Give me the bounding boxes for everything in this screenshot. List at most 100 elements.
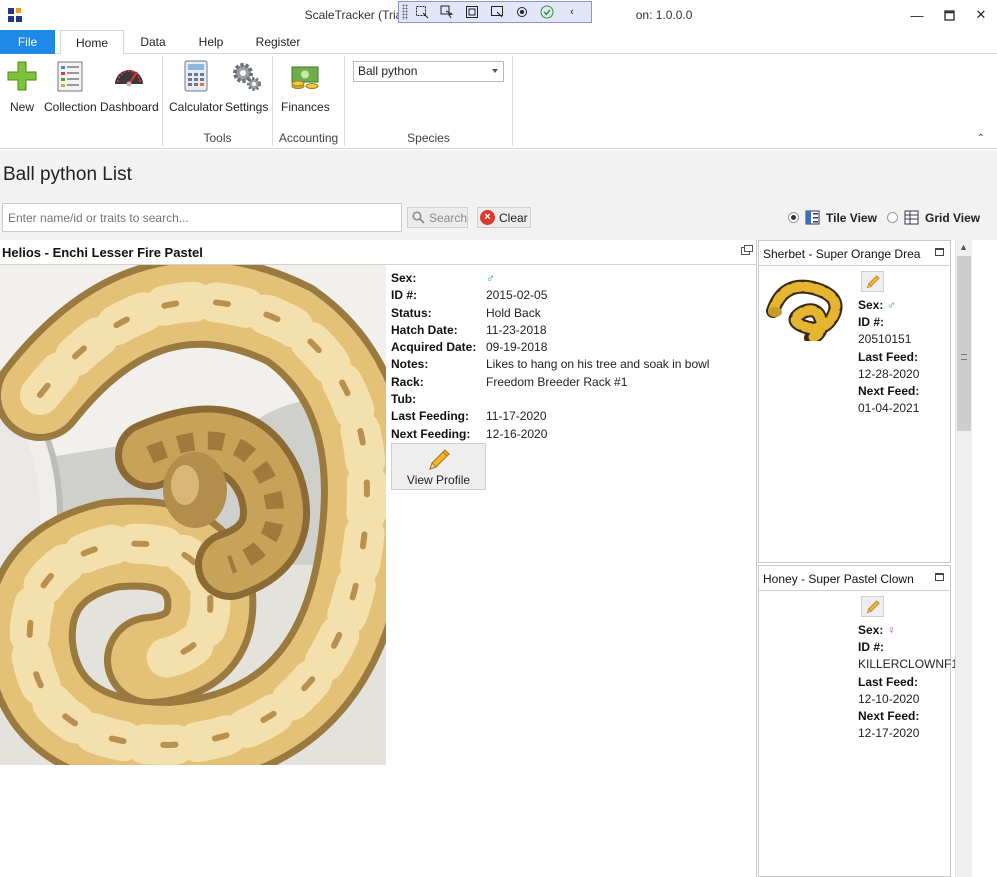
clear-x-icon: × bbox=[480, 210, 495, 225]
restore-icon[interactable] bbox=[741, 245, 753, 255]
last-feed-label: Last Feed: bbox=[858, 674, 919, 689]
main-card-header: Helios - Enchi Lesser Fire Pastel bbox=[0, 240, 756, 265]
detail-row: Sex: ♂ bbox=[391, 271, 709, 288]
detail-row: ID #: 2015-02-05 bbox=[391, 288, 709, 305]
female-icon: ♀ bbox=[886, 623, 896, 637]
recorder-toolbar: ‹ bbox=[398, 1, 592, 23]
scroll-thumb[interactable] bbox=[957, 256, 971, 431]
detail-row: Tub: bbox=[391, 392, 709, 409]
pencil-icon bbox=[428, 449, 450, 470]
dashboard-label: Dashboard bbox=[100, 100, 159, 114]
tab-home[interactable]: Home bbox=[60, 30, 124, 55]
vertical-scrollbar[interactable]: ▲ bbox=[955, 240, 972, 877]
collapse-ribbon-icon[interactable]: ⌃ bbox=[977, 133, 985, 144]
new-button[interactable]: New bbox=[6, 60, 38, 114]
id-value: 20510151 bbox=[858, 332, 912, 347]
male-icon: ♂ bbox=[486, 271, 495, 285]
side-animal-card[interactable]: Honey - Super Pastel Clown Sex: ♀ ID #: … bbox=[758, 565, 958, 877]
dashboard-button[interactable]: Dashboard bbox=[100, 60, 159, 114]
detail-value: Hold Back bbox=[486, 305, 541, 320]
id-label: ID #: bbox=[858, 640, 885, 655]
finances-label: Finances bbox=[281, 100, 330, 114]
tile-view-option[interactable]: Tile View bbox=[788, 210, 877, 225]
grid-view-radio[interactable] bbox=[887, 212, 898, 223]
next-feed-value: 01-04-2021 bbox=[858, 401, 920, 416]
minimize-card-icon[interactable] bbox=[935, 573, 944, 581]
side-animal-card[interactable]: Sherbet - Super Orange Drea Sex: ♂ ID #:… bbox=[758, 240, 951, 563]
calculator-label: Calculator bbox=[169, 100, 224, 114]
settings-button[interactable]: Settings bbox=[225, 60, 268, 114]
side-card-header: Sherbet - Super Orange Drea bbox=[759, 241, 950, 266]
search-button[interactable]: Search bbox=[407, 207, 468, 228]
finances-button[interactable]: Finances bbox=[281, 60, 330, 114]
gear-icon bbox=[231, 60, 263, 92]
detail-value: 12-16-2020 bbox=[486, 426, 548, 441]
detail-row: Status: Hold Back bbox=[391, 306, 709, 323]
collapse-left-icon[interactable]: ‹ bbox=[561, 3, 583, 21]
detail-value: 09-19-2018 bbox=[486, 340, 548, 355]
new-label: New bbox=[9, 100, 34, 114]
main-card-title: Helios - Enchi Lesser Fire Pastel bbox=[2, 245, 203, 260]
fullscreen-capture-icon[interactable] bbox=[486, 3, 508, 21]
chevron-down-icon bbox=[492, 69, 498, 73]
page-title: Ball python List bbox=[3, 164, 132, 185]
detail-row: Acquired Date: 09-19-2018 bbox=[391, 340, 709, 357]
edit-button[interactable] bbox=[861, 596, 884, 617]
confirm-check-icon[interactable] bbox=[536, 3, 558, 21]
detail-label: Acquired Date: bbox=[391, 340, 477, 355]
view-profile-button[interactable]: View Profile bbox=[391, 443, 486, 490]
settings-label: Settings bbox=[225, 100, 269, 114]
tile-view-label: Tile View bbox=[826, 210, 877, 225]
calculator-icon bbox=[180, 60, 212, 92]
next-feed-label: Next Feed: bbox=[858, 708, 920, 723]
last-feed-value: 12-28-2020 bbox=[858, 366, 920, 381]
search-input[interactable] bbox=[2, 203, 402, 232]
collection-list-icon bbox=[54, 60, 86, 92]
tab-data[interactable]: Data bbox=[130, 30, 176, 54]
species-dropdown[interactable]: Ball python bbox=[353, 61, 504, 82]
side-card-title: Honey - Super Pastel Clown bbox=[763, 572, 914, 586]
id-value: KILLERCLOWNF1 bbox=[858, 657, 959, 672]
window-select-icon[interactable] bbox=[461, 3, 483, 21]
collection-button[interactable]: Collection bbox=[44, 60, 97, 114]
minimize-icon[interactable]: — bbox=[901, 0, 933, 30]
side-card-header: Honey - Super Pastel Clown bbox=[759, 566, 950, 591]
next-feed-value: 12-17-2020 bbox=[858, 726, 920, 741]
grip-icon[interactable] bbox=[402, 4, 408, 20]
scroll-up-icon[interactable]: ▲ bbox=[959, 242, 968, 252]
side-card-details: Sex: ♂ ID #: 20510151 Last Feed: 12-28-2… bbox=[858, 298, 919, 418]
snake-photo bbox=[0, 265, 386, 765]
grid-view-icon bbox=[904, 210, 919, 225]
maximize-icon[interactable] bbox=[933, 0, 965, 30]
tile-view-radio[interactable] bbox=[788, 212, 799, 223]
view-profile-label: View Profile bbox=[406, 473, 471, 487]
accounting-group-label: Accounting bbox=[278, 131, 339, 145]
side-card-details: Sex: ♀ ID #: KILLERCLOWNF1 Last Feed: 12… bbox=[858, 623, 958, 743]
pencil-icon bbox=[866, 599, 880, 613]
detail-label: Sex: bbox=[391, 271, 417, 285]
capture-region-icon[interactable] bbox=[411, 3, 433, 21]
tab-help[interactable]: Help bbox=[186, 30, 236, 54]
minimize-card-icon[interactable] bbox=[935, 248, 944, 256]
list-toolbar: Ball python List Search × Clear Tile Vie… bbox=[0, 150, 997, 240]
edit-button[interactable] bbox=[861, 271, 884, 292]
tab-register[interactable]: Register bbox=[246, 30, 310, 54]
grip-icon bbox=[961, 354, 967, 360]
grid-view-label: Grid View bbox=[925, 210, 981, 225]
close-icon[interactable]: ✕ bbox=[965, 0, 997, 30]
calculator-button[interactable]: Calculator bbox=[169, 60, 223, 114]
species-selected-value: Ball python bbox=[358, 64, 418, 78]
tools-group-label: Tools bbox=[203, 131, 232, 145]
search-icon bbox=[412, 211, 425, 224]
animal-details: Sex: ♂ ID #: 2015-02-05 Status: Hold Bac… bbox=[391, 271, 709, 444]
record-icon[interactable] bbox=[511, 3, 533, 21]
pointer-icon[interactable] bbox=[436, 3, 458, 21]
detail-label: Status: bbox=[391, 305, 432, 320]
detail-label: Tub: bbox=[391, 392, 417, 407]
detail-label: ID #: bbox=[391, 288, 418, 303]
grid-view-option[interactable]: Grid View bbox=[887, 210, 980, 225]
clear-button[interactable]: × Clear bbox=[477, 207, 531, 228]
file-menu[interactable]: File bbox=[0, 30, 55, 54]
male-icon: ♂ bbox=[886, 298, 896, 312]
detail-label: Rack: bbox=[391, 374, 424, 389]
